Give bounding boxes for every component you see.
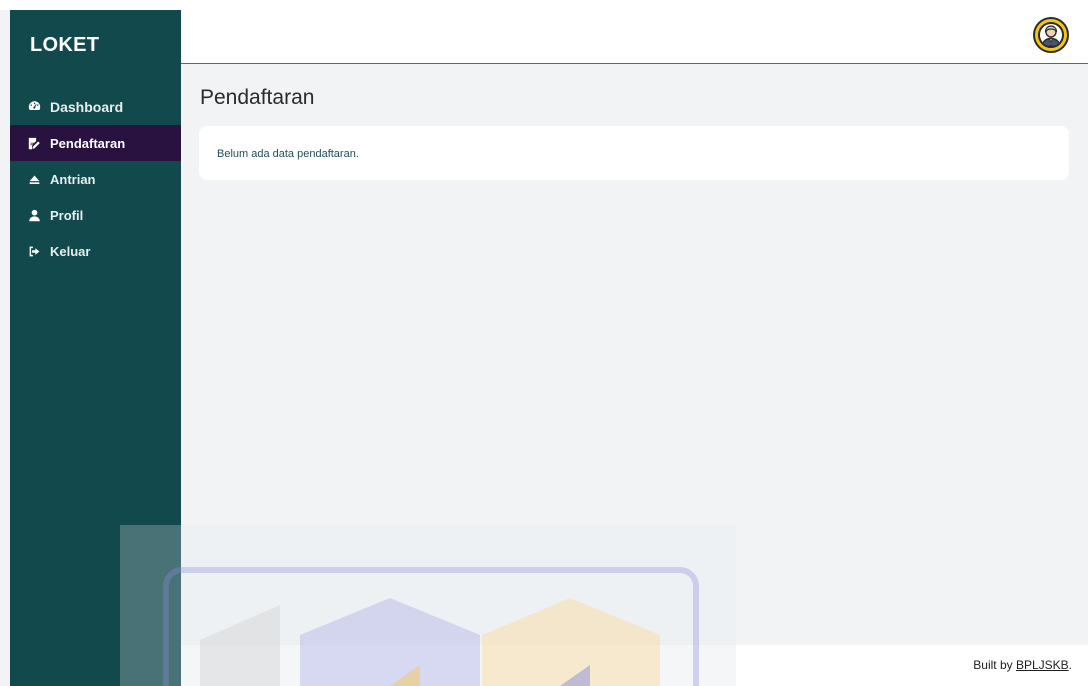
footer-link-bpljskb[interactable]: BPLJSKB xyxy=(1016,658,1069,672)
sidebar-item-keluar[interactable]: Keluar xyxy=(10,233,181,269)
user-avatar[interactable] xyxy=(1033,17,1069,53)
sidebar-item-antrian[interactable]: Antrian xyxy=(10,161,181,197)
footer-credit: Built by BPLJSKB. xyxy=(973,658,1072,672)
footer-prefix: Built by xyxy=(973,658,1016,672)
dashboard-icon xyxy=(27,100,41,114)
footer-suffix: . xyxy=(1068,658,1072,672)
sidebar-item-label: Profil xyxy=(50,207,84,223)
sidebar-item-label: Dashboard xyxy=(50,98,124,115)
eject-icon xyxy=(27,172,41,186)
page-title: Pendaftaran xyxy=(200,86,315,109)
footer: Built by BPLJSKB. xyxy=(181,645,1088,686)
registration-card: Belum ada data pendaftaran. xyxy=(199,126,1069,180)
sidebar-item-label: Keluar xyxy=(50,243,91,259)
top-bar xyxy=(181,10,1088,64)
brand-logo-text: LOKET xyxy=(30,34,100,56)
sidebar: LOKET Dashboard Pendaftaran Antrian Prof… xyxy=(10,10,181,686)
sidebar-item-profil[interactable]: Profil xyxy=(10,197,181,233)
sidebar-item-dashboard[interactable]: Dashboard xyxy=(10,88,181,125)
sign-out-icon xyxy=(27,244,41,258)
empty-state-message: Belum ada data pendaftaran. xyxy=(217,148,359,160)
user-icon xyxy=(27,208,41,222)
sidebar-item-label: Pendaftaran xyxy=(50,135,126,151)
top-strip xyxy=(0,0,1088,10)
sidebar-item-pendaftaran[interactable]: Pendaftaran xyxy=(10,125,181,161)
edit-icon xyxy=(27,136,41,150)
user-avatar-icon xyxy=(1038,22,1064,48)
sidebar-nav: Dashboard Pendaftaran Antrian Profil Kel… xyxy=(10,88,181,269)
sidebar-item-label: Antrian xyxy=(50,171,96,187)
